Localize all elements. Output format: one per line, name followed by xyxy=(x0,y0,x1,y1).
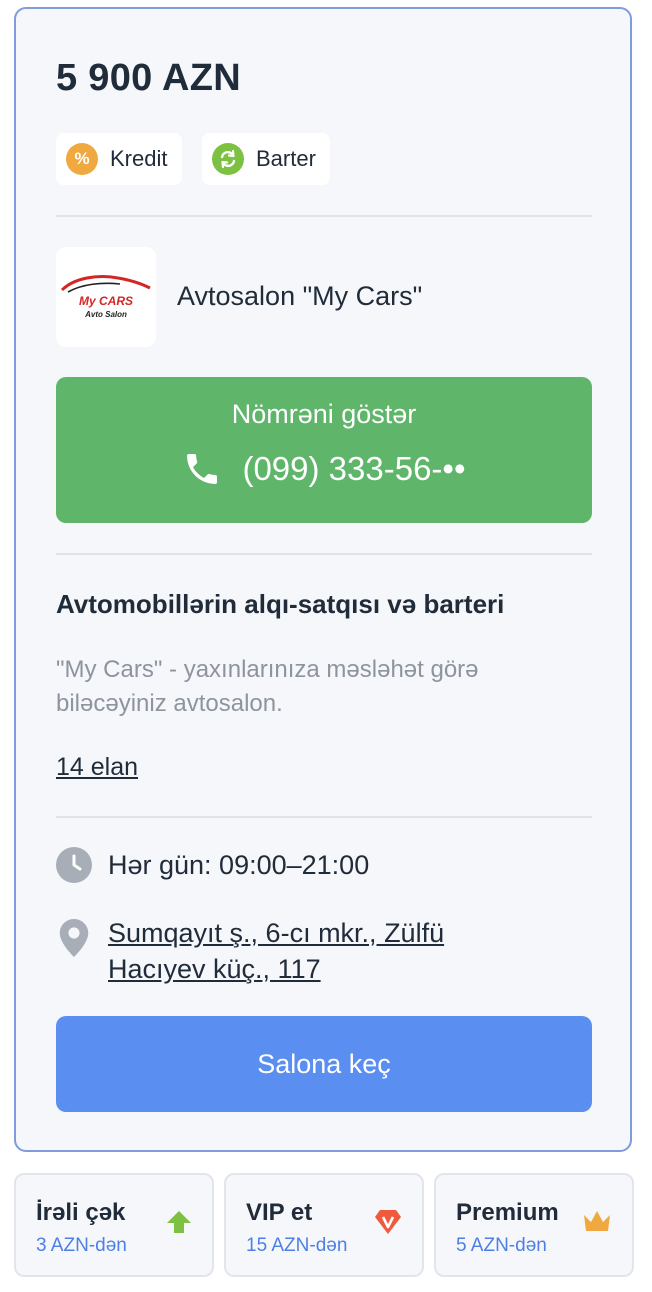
salon-card: 5 900 AZN % Kredit Barter My CARS Avto S… xyxy=(14,7,632,1152)
description-text: "My Cars" - yaxınlarınıza məsləhət görə … xyxy=(56,656,479,717)
promo-title: VIP et xyxy=(246,1199,313,1226)
promo-boost[interactable]: İrəli çək 3 AZN-dən xyxy=(14,1173,214,1277)
clock-icon xyxy=(56,847,92,883)
my-cars-logo: My CARS Avto Salon xyxy=(60,275,151,319)
tag-label: Kredit xyxy=(110,146,168,171)
phone-icon xyxy=(187,454,218,484)
working-hours: Hər gün: 09:00–21:00 xyxy=(56,847,369,883)
promo-price: 3 AZN-dən xyxy=(36,1235,127,1256)
address-link[interactable]: Sumqayıt ş., 6-cı mkr., Zülfü Hacıyev kü… xyxy=(108,915,508,987)
divider xyxy=(56,215,592,217)
price: 5 900 AZN xyxy=(56,57,242,99)
description-title: Avtomobillərin alqı-satqısı və barteri xyxy=(56,589,505,619)
phone-row: (099) 333-56-•• xyxy=(56,449,592,489)
vip-diamond-icon xyxy=(375,1210,401,1234)
logo-sub-text: Avto Salon xyxy=(84,310,127,319)
ads-count-link[interactable]: 14 elan xyxy=(56,753,138,782)
promo-title: Premium xyxy=(456,1199,559,1226)
show-number-label: Nömrəni göstər xyxy=(231,399,417,429)
show-number-button[interactable]: Nömrəni göstər (099) 333-56-•• xyxy=(56,377,592,523)
promo-vip[interactable]: VIP et 15 AZN-dən xyxy=(224,1173,424,1277)
salon-logo[interactable]: My CARS Avto Salon xyxy=(56,247,156,347)
tag-label: Barter xyxy=(256,146,316,171)
hours-text: Hər gün: 09:00–21:00 xyxy=(108,849,370,880)
percent-icon: % xyxy=(66,143,98,175)
promo-price: 5 AZN-dən xyxy=(456,1235,547,1256)
salon-name[interactable]: Avtosalon "My Cars" xyxy=(177,281,422,312)
promo-price: 15 AZN-dən xyxy=(246,1235,348,1256)
crown-icon xyxy=(584,1211,610,1231)
logo-main-text: My CARS xyxy=(79,294,133,308)
go-to-salon-button[interactable]: Salona keç xyxy=(56,1016,592,1112)
address-block: Sumqayıt ş., 6-cı mkr., Zülfü Hacıyev kü… xyxy=(56,915,508,987)
promo-title: İrəli çək xyxy=(36,1199,126,1226)
phone-number: (099) 333-56-•• xyxy=(242,450,466,487)
location-pin-icon xyxy=(59,919,89,957)
promo-premium[interactable]: Premium 5 AZN-dən xyxy=(434,1173,634,1277)
tag-kredit: % Kredit xyxy=(56,133,182,185)
exchange-icon xyxy=(212,143,244,175)
arrow-up-icon xyxy=(167,1211,191,1233)
tag-barter: Barter xyxy=(202,133,330,185)
divider xyxy=(56,553,592,555)
divider xyxy=(56,816,592,818)
